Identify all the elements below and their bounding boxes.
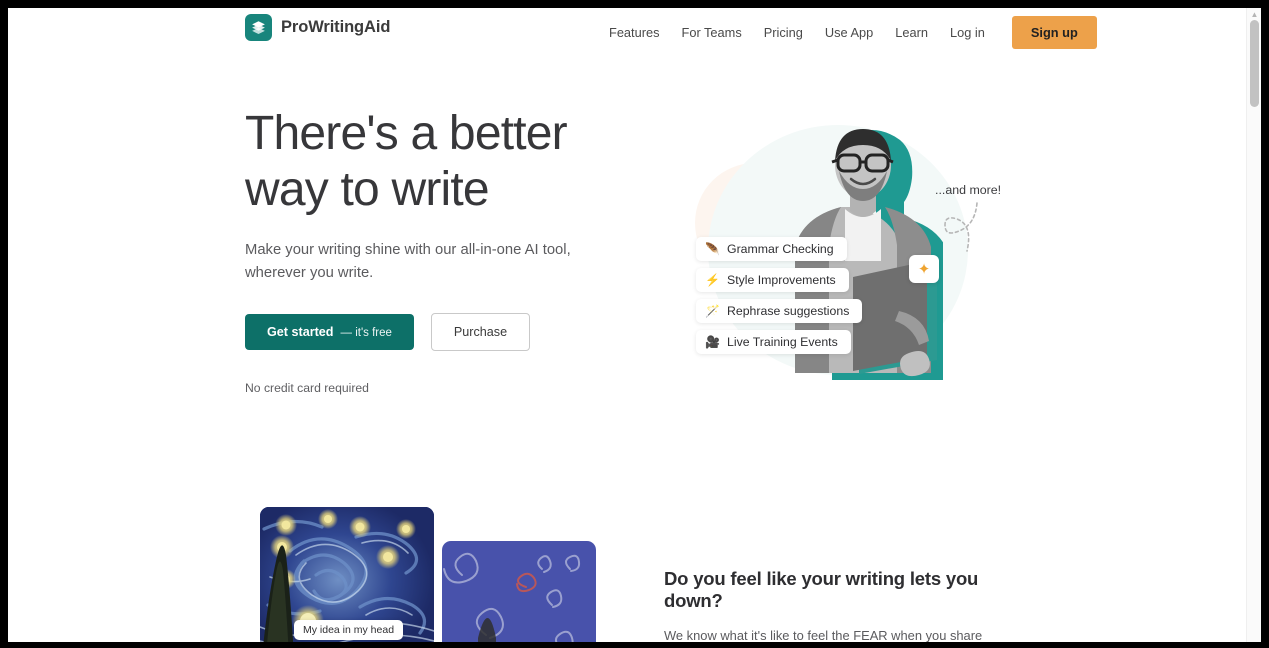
logo-wordmark: ProWritingAid: [281, 18, 391, 36]
hero-title-line-1: There's a better: [245, 107, 568, 160]
nav-item-learn[interactable]: Learn: [884, 25, 939, 40]
nav-item-pricing[interactable]: Pricing: [753, 25, 814, 40]
hero-copy: There's a better way to write Make your w…: [245, 106, 645, 395]
logo-link[interactable]: ProWritingAid: [245, 14, 390, 41]
sign-up-button[interactable]: Sign up: [1011, 15, 1097, 49]
lightning-bolt-icon: ⚡: [705, 273, 720, 287]
hero-actions: Get started — it's free Purchase: [245, 313, 645, 352]
scribbles-icon: [443, 552, 581, 642]
chevron-up-icon[interactable]: ▲: [1250, 11, 1259, 19]
feature-card-grammar-checking: 🪶 Grammar Checking: [696, 237, 847, 261]
main-navigation: Features For Teams Pricing Use App Learn…: [598, 8, 1097, 56]
hero-subtitle: Make your writing shine with our all-in-…: [245, 242, 571, 282]
sparkle-icon: ✦: [909, 255, 939, 283]
feature-card-live-training-events: 🎥 Live Training Events: [696, 330, 851, 354]
stacked-books-icon: [245, 14, 272, 41]
magic-wand-icon: 🪄: [705, 304, 720, 318]
nav-item-features[interactable]: Features: [598, 25, 671, 40]
lower-section-body: We know what it's like to feel the FEAR …: [664, 628, 983, 642]
page-content: ProWritingAid Features For Teams Pricing…: [8, 8, 1246, 642]
lower-copy: Do you feel like your writing lets you d…: [664, 568, 1014, 642]
curved-arrow-icon: [944, 202, 978, 252]
hero-title-line-2: way to write: [245, 162, 490, 216]
feature-card-label: Style Improvements: [727, 273, 836, 287]
blue-scribbles-card: [442, 541, 596, 642]
feature-card-label: Grammar Checking: [727, 242, 834, 256]
idea-chip: My idea in my head: [294, 620, 404, 640]
get-started-button[interactable]: Get started — it's free: [245, 314, 414, 351]
feature-card-rephrase-suggestions: 🪄 Rephrase suggestions: [696, 299, 863, 323]
feather-icon: 🪶: [705, 242, 720, 256]
site-header: ProWritingAid Features For Teams Pricing…: [8, 8, 1246, 56]
and-more-label: ...and more!: [935, 183, 1002, 197]
browser-viewport: ProWritingAid Features For Teams Pricing…: [8, 8, 1261, 642]
feature-card-label: Live Training Events: [727, 335, 838, 349]
no-credit-card-note: No credit card required: [245, 381, 369, 396]
movie-camera-icon: 🎥: [705, 335, 720, 349]
feature-card-list: 🪶 Grammar Checking ⚡ Style Improvements …: [696, 237, 863, 354]
page-title: There's a better way to write: [245, 106, 645, 217]
nav-item-use-app[interactable]: Use App: [814, 25, 884, 40]
lower-illustration: My idea in my head: [246, 498, 626, 642]
get-started-note: — it's free: [340, 327, 392, 340]
feature-card-label: Rephrase suggestions: [727, 304, 850, 318]
lower-section-title: Do you feel like your writing lets you d…: [664, 568, 979, 611]
hero-illustration: ✦ ...and more! 🪶 Grammar Checking ⚡ Styl…: [663, 103, 1023, 403]
purchase-button[interactable]: Purchase: [430, 313, 531, 352]
page-scrollbar[interactable]: ▲: [1246, 8, 1261, 642]
feature-card-style-improvements: ⚡ Style Improvements: [696, 268, 849, 292]
nav-item-for-teams[interactable]: For Teams: [671, 25, 753, 40]
scrollbar-thumb[interactable]: [1250, 20, 1259, 107]
browser-frame: ProWritingAid Features For Teams Pricing…: [0, 0, 1269, 648]
get-started-label: Get started: [267, 325, 334, 340]
nav-item-log-in[interactable]: Log in: [939, 25, 996, 40]
